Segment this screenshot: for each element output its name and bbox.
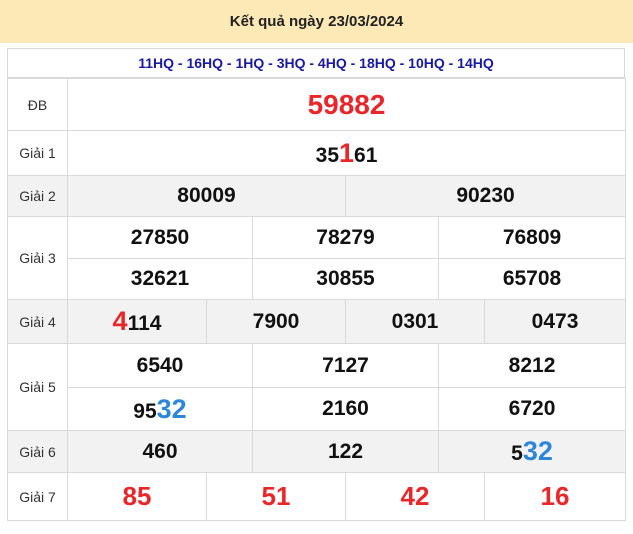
prize-2-cell: 80009: [67, 175, 346, 217]
label-prize-3: Giải 3: [7, 216, 68, 300]
prize-5-cell: 6720: [437, 387, 627, 431]
prize-7-number: 85: [122, 481, 152, 511]
prize-6-number: 460: [142, 439, 178, 463]
prize-5-part: 95: [133, 399, 157, 423]
prize-2-cell: 90230: [344, 175, 627, 217]
prize-4-number: 0301: [391, 309, 439, 333]
label-prize-6: Giải 6: [7, 430, 68, 473]
prize-1-number: 35161: [315, 138, 378, 168]
prize-4-cell: 4114: [67, 299, 207, 344]
prize-6-number: 122: [327, 439, 364, 463]
prize-5-number: 9532: [133, 394, 186, 424]
prize-4-number: 7900: [252, 309, 300, 333]
prize-7-cell: 51: [206, 472, 346, 521]
label-prize-4: Giải 4: [7, 299, 68, 344]
row-prize-4: Giải 4 4114 7900 0301 0473: [7, 299, 627, 344]
prize-3-number: 32621: [130, 267, 190, 290]
prize-3-cell: 78279: [252, 216, 439, 259]
prize-1-part: 61: [354, 143, 378, 167]
label-prize-5: Giải 5: [7, 343, 68, 431]
row-special: ĐB 59882: [7, 78, 627, 131]
prize-7-number: 16: [540, 481, 570, 511]
label-prize-7: Giải 7: [7, 472, 68, 521]
prize-4-number: 0473: [531, 309, 579, 333]
prize-1-highlight: 1: [339, 137, 355, 168]
prize-3-cell: 32621: [67, 258, 253, 300]
row-prize-7: Giải 7 85 51 42 16: [7, 472, 627, 521]
row-prize-3: Giải 3 27850 78279 76809: [7, 216, 627, 300]
prize-4-cell: 0473: [483, 299, 627, 344]
prize-6-number: 532: [511, 436, 553, 466]
prize-5-number: 2160: [322, 397, 369, 420]
results-table: ĐB 59882 Giải 1 35161 Giải 2 80009 90230…: [7, 78, 627, 521]
lottery-results: Kết quả ngày 23/03/2024 11HQ - 16HQ - 1H…: [0, 0, 633, 534]
prize-5-cell: 7127: [252, 343, 439, 388]
prize-4-cell: 0301: [345, 299, 485, 344]
row-prize-5: Giải 5 6540 7127 8212: [7, 343, 627, 431]
prize-7-cell: 85: [67, 472, 207, 521]
prize-5-highlight: 32: [156, 393, 187, 424]
prize-6-highlight: 32: [522, 436, 553, 466]
prize-5-cell: 8212: [437, 343, 627, 388]
prize-3-cell: 30855: [252, 258, 439, 300]
label-prize-1: Giải 1: [7, 130, 68, 176]
prize-3-number: 27850: [130, 225, 190, 249]
row-prize-1: Giải 1 35161: [7, 130, 627, 176]
prize-5-number: 6720: [508, 397, 556, 420]
prize-5-number: 6540: [136, 353, 184, 377]
prize-4-highlight: 4: [112, 306, 128, 336]
prize-4-number: 4114: [113, 306, 162, 336]
prize-4-part: 114: [127, 312, 162, 335]
prize-6-cell: 532: [437, 430, 627, 473]
ticket-codes: 11HQ - 16HQ - 1HQ - 3HQ - 4HQ - 18HQ - 1…: [7, 48, 625, 78]
prize-7-number: 51: [261, 481, 291, 511]
prize-3-cell: 65708: [437, 258, 627, 300]
prize-3-number: 65708: [502, 267, 562, 290]
prize-3-cell: 76809: [437, 216, 627, 259]
prize-6-part: 5: [511, 442, 523, 465]
row-prize-3b: 32621 30855 65708: [8, 258, 627, 300]
prize-5-cell: 2160: [252, 387, 439, 431]
prize-5-cell: 9532: [67, 387, 253, 431]
row-prize-5b: 9532 2160 6720: [8, 387, 627, 431]
label-special: ĐB: [7, 78, 68, 131]
prize-6-cell: 460: [67, 430, 253, 473]
prize-3-number: 76809: [502, 225, 562, 249]
prize-5-number: 8212: [508, 353, 556, 377]
prize-5-cell: 6540: [67, 343, 253, 388]
prize-4-cell: 7900: [206, 299, 346, 344]
prize-7-cell: 16: [483, 472, 627, 521]
prize-2-number: 80009: [177, 184, 236, 207]
prize-7-number: 42: [400, 481, 430, 511]
prize-1-part: 35: [315, 143, 339, 167]
prize-2-number: 90230: [456, 184, 515, 207]
row-prize-6: Giải 6 460 122 532: [7, 430, 627, 473]
special-prize-number: 59882: [307, 88, 386, 120]
prize-3-cell: 27850: [67, 216, 253, 259]
prize-3-number: 30855: [316, 267, 375, 290]
special-prize: 59882: [66, 78, 627, 131]
prize-7-cell: 42: [345, 472, 485, 521]
label-prize-2: Giải 2: [7, 175, 68, 217]
results-title: Kết quả ngày 23/03/2024: [0, 0, 633, 43]
prize-1: 35161: [66, 130, 627, 176]
prize-6-cell: 122: [252, 430, 439, 473]
row-prize-2: Giải 2 80009 90230: [7, 175, 627, 217]
prize-3-number: 78279: [316, 225, 375, 249]
prize-5-number: 7127: [322, 353, 369, 377]
